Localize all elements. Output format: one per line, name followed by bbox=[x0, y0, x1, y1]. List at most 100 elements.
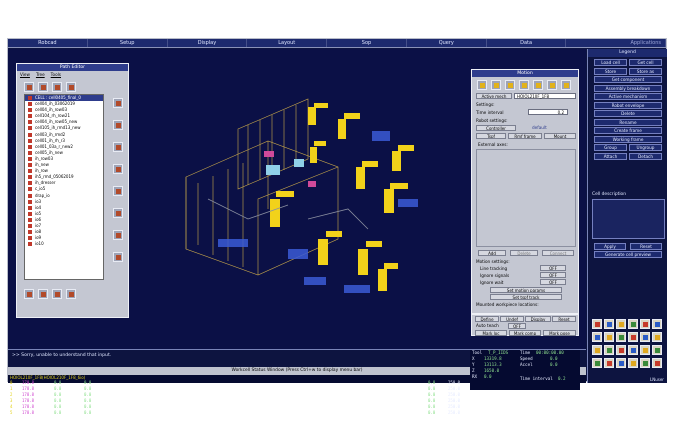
path-side-tool-4-icon[interactable] bbox=[113, 164, 123, 174]
motion-tool-7-icon[interactable] bbox=[561, 80, 571, 90]
legend-tool-1-icon[interactable] bbox=[592, 319, 602, 329]
motion-tool-2-icon[interactable] bbox=[491, 80, 501, 90]
legend-tool-22-icon[interactable] bbox=[628, 358, 638, 368]
legend-button-create-frame[interactable]: Create frame bbox=[594, 127, 662, 134]
legend-tool-20-icon[interactable] bbox=[604, 358, 614, 368]
menu-display[interactable]: Display bbox=[168, 39, 248, 47]
menu-query[interactable]: Query bbox=[407, 39, 487, 47]
apply-button[interactable]: Apply bbox=[594, 243, 626, 250]
menu-layout[interactable]: Layout bbox=[247, 39, 328, 47]
legend-tool-23-icon[interactable] bbox=[640, 358, 650, 368]
legend-tool-16-icon[interactable] bbox=[628, 345, 638, 355]
legend-tool-24-icon[interactable] bbox=[652, 358, 662, 368]
set-motion-params-button[interactable]: Set motion params bbox=[490, 287, 562, 293]
legend-button-ungroup[interactable]: Ungroup bbox=[629, 144, 662, 151]
legend-tool-19-icon[interactable] bbox=[592, 358, 602, 368]
legend-button-store[interactable]: Store bbox=[594, 67, 627, 75]
mark-loc-button[interactable]: Mark loc bbox=[475, 330, 507, 336]
legend-button-detach[interactable]: Detach bbox=[629, 152, 662, 160]
active-mech-button[interactable]: Active mech bbox=[476, 93, 512, 99]
active-mech-field[interactable]: HOIOL210F_1F8 bbox=[514, 93, 576, 99]
tab-rmf-frame[interactable]: Rmf frame bbox=[508, 133, 542, 139]
path-side-tool-1-icon[interactable] bbox=[113, 98, 123, 108]
legend-tool-7-icon[interactable] bbox=[592, 332, 602, 342]
controller-button[interactable]: Controller bbox=[476, 125, 516, 131]
menu-applications[interactable]: Applications bbox=[566, 39, 666, 47]
motion-tool-4-icon[interactable] bbox=[519, 80, 529, 90]
external-axes-list[interactable] bbox=[476, 149, 576, 247]
reset-button[interactable]: Reset bbox=[552, 316, 576, 322]
legend-tool-4-icon[interactable] bbox=[628, 319, 638, 329]
legend-tool-5-icon[interactable] bbox=[640, 319, 650, 329]
mark-comp-button[interactable]: Mark comp bbox=[509, 330, 541, 336]
motion-tool-3-icon[interactable] bbox=[505, 80, 515, 90]
legend-tool-9-icon[interactable] bbox=[616, 332, 626, 342]
mark-pose-button[interactable]: Mark pose bbox=[543, 330, 576, 336]
legend-tool-18-icon[interactable] bbox=[652, 345, 662, 355]
legend-button-group[interactable]: Group bbox=[594, 144, 627, 151]
tab-tree[interactable]: Tree bbox=[36, 72, 45, 77]
motion-tool-6-icon[interactable] bbox=[547, 80, 557, 90]
menu-robcad[interactable]: Robcad bbox=[8, 39, 88, 47]
line-tracking-select[interactable]: OFF bbox=[540, 265, 566, 271]
path-bottom-tool-4-icon[interactable] bbox=[66, 289, 76, 299]
undef-button[interactable]: Undef bbox=[500, 316, 524, 322]
legend-tool-13-icon[interactable] bbox=[592, 345, 602, 355]
path-tree[interactable]: CELL : cell0405_final_0 cell04_ih_0306201… bbox=[24, 94, 104, 280]
legend-button-load-cell[interactable]: Load cell bbox=[594, 59, 627, 66]
path-tool-1-icon[interactable] bbox=[24, 82, 34, 92]
ignore-wait-select[interactable]: OFF bbox=[540, 279, 566, 285]
path-bottom-tool-3-icon[interactable] bbox=[52, 289, 62, 299]
legend-button-working-frame[interactable]: Working frame bbox=[594, 135, 662, 143]
generate-cell-preview-button[interactable]: Generate cell preview bbox=[594, 251, 662, 258]
set-tspf-track-button[interactable]: Set tspf track bbox=[490, 294, 562, 300]
legend-tool-11-icon[interactable] bbox=[640, 332, 650, 342]
path-bottom-tool-2-icon[interactable] bbox=[38, 289, 48, 299]
legend-tool-10-icon[interactable] bbox=[628, 332, 638, 342]
menu-data[interactable]: Data bbox=[487, 39, 567, 47]
path-tree-item[interactable]: io10 bbox=[25, 241, 103, 247]
path-side-tool-3-icon[interactable] bbox=[113, 142, 123, 152]
menu-sop[interactable]: Sop bbox=[327, 39, 407, 47]
legend-tool-17-icon[interactable] bbox=[640, 345, 650, 355]
legend-tool-8-icon[interactable] bbox=[604, 332, 614, 342]
path-tool-3-icon[interactable] bbox=[52, 82, 62, 92]
legend-button-store-as[interactable]: Store as bbox=[629, 67, 662, 75]
define-button[interactable]: Define bbox=[475, 316, 499, 322]
legend-button-assembly-breakdown[interactable]: Assembly breakdown bbox=[594, 84, 662, 92]
motion-tool-5-icon[interactable] bbox=[533, 80, 543, 90]
cell-description-field[interactable] bbox=[592, 199, 665, 239]
path-side-tool-8-icon[interactable] bbox=[113, 252, 123, 262]
legend-tool-2-icon[interactable] bbox=[604, 319, 614, 329]
path-side-tool-7-icon[interactable] bbox=[113, 230, 123, 240]
legend-button-active-mechanism[interactable]: Active mechanism bbox=[594, 93, 662, 100]
legend-tool-6-icon[interactable] bbox=[652, 319, 662, 329]
legend-tool-15-icon[interactable] bbox=[616, 345, 626, 355]
path-tool-4-icon[interactable] bbox=[66, 82, 76, 92]
time-interval-field[interactable]: 0.2 bbox=[528, 109, 568, 115]
motion-tool-1-icon[interactable] bbox=[477, 80, 487, 90]
legend-button-get-component[interactable]: Get component bbox=[594, 76, 662, 83]
legend-button-get-cell[interactable]: Get cell bbox=[629, 59, 662, 66]
legend-tool-12-icon[interactable] bbox=[652, 332, 662, 342]
legend-button-robot-envelope[interactable]: Robot envelope bbox=[594, 101, 662, 109]
tab-tools[interactable]: Tools bbox=[51, 72, 61, 77]
path-tool-2-icon[interactable] bbox=[38, 82, 48, 92]
path-bottom-tool-1-icon[interactable] bbox=[24, 289, 34, 299]
path-side-tool-2-icon[interactable] bbox=[113, 120, 123, 130]
legend-button-delete[interactable]: Delete bbox=[594, 110, 662, 117]
legend-tool-14-icon[interactable] bbox=[604, 345, 614, 355]
legend-button-attach[interactable]: Attach bbox=[594, 152, 627, 160]
path-side-tool-5-icon[interactable] bbox=[113, 186, 123, 196]
path-side-tool-6-icon[interactable] bbox=[113, 208, 123, 218]
legend-tool-3-icon[interactable] bbox=[616, 319, 626, 329]
tab-mount[interactable]: Mount bbox=[544, 133, 576, 139]
auto-teach-select[interactable]: OFF bbox=[508, 323, 526, 329]
ignore-signals-select[interactable]: OFF bbox=[540, 272, 566, 278]
legend-tool-21-icon[interactable] bbox=[616, 358, 626, 368]
display-button[interactable]: Display bbox=[525, 316, 551, 322]
legend-button-rename[interactable]: Rename bbox=[594, 118, 662, 126]
delete-button[interactable]: Delete bbox=[510, 250, 538, 256]
3d-viewport[interactable]: Path Editor View Tree Tools CELL : cell0… bbox=[8, 49, 586, 349]
add-button[interactable]: Add bbox=[478, 250, 506, 256]
